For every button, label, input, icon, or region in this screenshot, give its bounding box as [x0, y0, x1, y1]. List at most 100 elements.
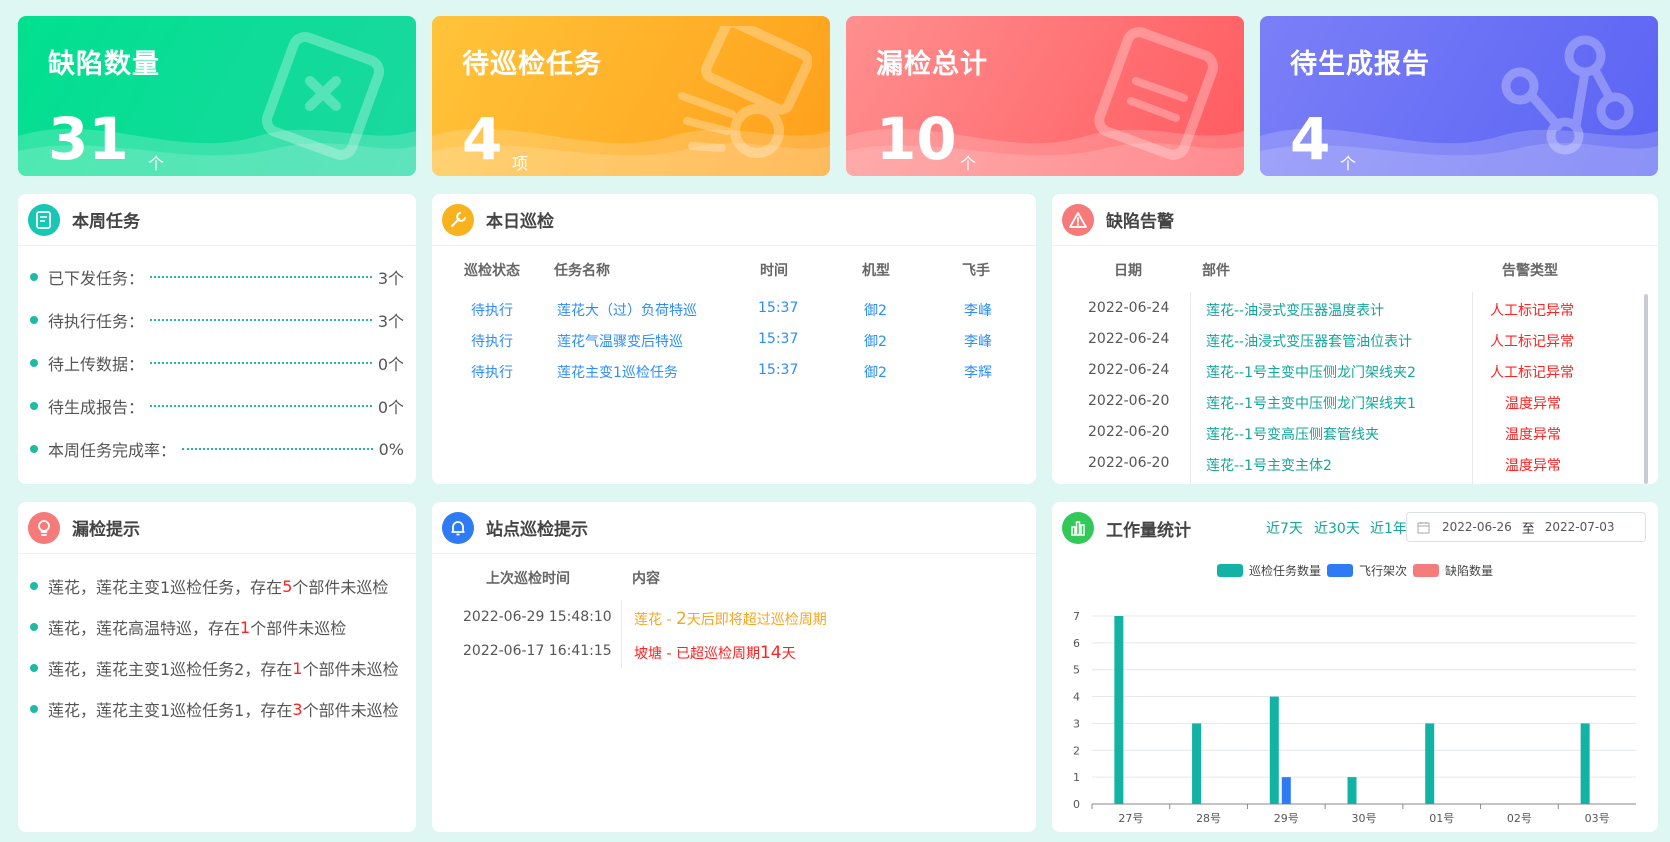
status-cell: 待执行: [471, 365, 513, 381]
panel-header: 本日巡检: [432, 194, 1036, 246]
tip-text: 个部件未巡检: [250, 619, 347, 638]
model-cell: 御2: [864, 334, 887, 350]
dotted-leader: [150, 319, 372, 321]
column-divider: [1472, 292, 1473, 484]
list-item: 莲花，莲花主变1巡检任务2，存在 1 个部件未巡检: [30, 656, 399, 680]
list-item: 已下发任务： 3个: [30, 265, 404, 289]
stat-title: 缺陷数量: [48, 49, 160, 80]
x-tick-label: 01号: [1429, 812, 1454, 825]
legend-item[interactable]: 飞行架次: [1326, 562, 1407, 579]
x-tick-label: 30号: [1352, 812, 1377, 825]
column-header: 时间: [760, 263, 788, 279]
task-name-link[interactable]: 莲花气温骤变后特巡: [557, 331, 683, 351]
stat-card-pending-reports[interactable]: 待生成报告 4 个: [1260, 16, 1658, 176]
task-name-link[interactable]: 莲花大（过）负荷特巡: [557, 300, 697, 320]
tip-text: 莲花，莲花高温特巡，存在: [48, 619, 241, 638]
item-label: 待生成报告：: [48, 398, 145, 417]
y-tick-label: 4: [1073, 691, 1080, 704]
tip-text: 莲花 -: [634, 612, 676, 628]
stat-unit: 个: [960, 154, 977, 173]
chart-legend: 巡检任务数量 飞行架次 缺陷数量: [1052, 562, 1658, 579]
today-inspection-panel: 本日巡检 巡检状态 任务名称 时间 机型 飞手 待执行 莲花大（过）负荷特巡 1…: [432, 194, 1036, 484]
stat-card-defects[interactable]: 缺陷数量 31 个: [18, 16, 416, 176]
stat-title: 待巡检任务: [462, 49, 602, 80]
tip-count: 1: [292, 658, 303, 678]
component-link[interactable]: 莲花--油浸式变压器套管油位表计: [1206, 331, 1412, 351]
range-30days-button[interactable]: 近30天: [1314, 518, 1360, 538]
panel-header: 漏检提示: [18, 502, 416, 554]
tip-count: 5: [282, 576, 293, 596]
component-link[interactable]: 莲花--1号主变主体2: [1206, 455, 1332, 475]
range-7days-button[interactable]: 近7天: [1266, 518, 1303, 538]
bar: [1580, 723, 1590, 804]
tip-text: 莲花，莲花主变1巡检任务2，存在: [48, 660, 293, 679]
column-header: 告警类型: [1502, 263, 1558, 279]
x-tick-label: 29号: [1274, 812, 1299, 825]
bar-chart-icon: [1062, 512, 1094, 544]
date-cell: 2022-06-20: [1088, 424, 1170, 440]
time-cell: 15:37: [758, 362, 799, 378]
legend-item[interactable]: 巡检任务数量: [1216, 562, 1321, 579]
alarm-type-cell: 温度异常: [1505, 396, 1561, 412]
workload-stats-panel: 工作量统计 近7天 近30天 近1年 2022-06-26 至 2022-07-…: [1052, 502, 1658, 832]
list-item: 莲花，莲花主变1巡检任务，存在 5 个部件未巡检: [30, 574, 388, 598]
component-link[interactable]: 莲花--1号主变中压侧龙门架线夹1: [1206, 393, 1416, 413]
tip-text: 个部件未巡检: [302, 701, 399, 720]
panel-title: 漏检提示: [72, 520, 140, 540]
list-item: 莲花，莲花主变1巡检任务1，存在 3 个部件未巡检: [30, 697, 399, 721]
column-header: 上次巡检时间: [486, 571, 570, 587]
legend-item[interactable]: 缺陷数量: [1413, 562, 1493, 579]
alarm-type-cell: 温度异常: [1505, 458, 1561, 474]
stat-value: 10: [876, 105, 957, 173]
list-item: 待上传数据： 0个: [30, 351, 404, 375]
y-tick-label: 5: [1073, 664, 1080, 677]
component-link[interactable]: 莲花--1号变高压侧套管线夹: [1206, 424, 1379, 444]
task-name-link[interactable]: 莲花主变1巡检任务: [557, 362, 678, 382]
list-item: 本周任务完成率： 0%: [30, 437, 404, 461]
bullet-dot: [30, 402, 38, 410]
date-from[interactable]: 2022-06-26: [1442, 520, 1512, 534]
x-tick-label: 02号: [1507, 812, 1532, 825]
model-cell: 御2: [864, 303, 887, 319]
bullet-dot: [30, 359, 38, 367]
column-header: 巡检状态: [464, 263, 520, 279]
legend-label: 飞行架次: [1358, 564, 1407, 578]
stat-card-missed-total[interactable]: 漏检总计 10 个: [846, 16, 1244, 176]
dotted-leader: [182, 448, 373, 450]
tip-text: 莲花，莲花主变1巡检任务1，存在: [48, 701, 293, 720]
range-1year-button[interactable]: 近1年: [1370, 518, 1407, 538]
stat-value: 31: [48, 105, 129, 173]
y-tick-label: 2: [1073, 744, 1080, 757]
pilot-cell: 李峰: [964, 303, 992, 319]
workload-bar-chart: 0 1 2 3 4 5 6 7 27号 28号 29号 30号 01号 02号 03号: [1073, 610, 1636, 825]
last-inspection-time: 2022-06-17 16:41:15: [463, 643, 612, 659]
column-header: 日期: [1114, 263, 1142, 279]
column-header: 飞手: [962, 263, 990, 279]
panel-title: 缺陷告警: [1106, 212, 1174, 232]
legend-swatch: [1413, 564, 1439, 577]
tip-text: 个部件未巡检: [302, 660, 399, 679]
list-item: 待生成报告： 0个: [30, 394, 404, 418]
warning-icon: [1062, 203, 1094, 236]
item-value: 3个: [377, 269, 404, 288]
panel-header: 缺陷告警: [1052, 194, 1658, 246]
bullet-dot: [30, 705, 38, 713]
wrench-icon: [442, 203, 474, 236]
bullet-dot: [30, 445, 38, 453]
date-range-picker[interactable]: 2022-06-26 至 2022-07-03: [1406, 512, 1646, 542]
y-tick-label: 7: [1073, 610, 1080, 623]
component-link[interactable]: 莲花--1号主变中压侧龙门架线夹2: [1206, 362, 1416, 382]
bullet-dot: [30, 273, 38, 281]
y-tick-label: 3: [1073, 717, 1080, 730]
scrollbar[interactable]: [1644, 294, 1648, 484]
date-to[interactable]: 2022-07-03: [1545, 520, 1615, 534]
calendar-icon: [1417, 521, 1430, 533]
item-label: 本周任务完成率：: [48, 441, 177, 460]
stat-card-pending-inspections[interactable]: 待巡检任务 4 项: [432, 16, 830, 176]
bullet-dot: [30, 582, 38, 590]
model-cell: 御2: [864, 365, 887, 381]
item-value: 0个: [377, 398, 404, 417]
component-link[interactable]: 莲花--油浸式变压器温度表计: [1206, 300, 1384, 320]
column-header: 内容: [632, 571, 660, 587]
legend-label: 缺陷数量: [1445, 564, 1494, 578]
